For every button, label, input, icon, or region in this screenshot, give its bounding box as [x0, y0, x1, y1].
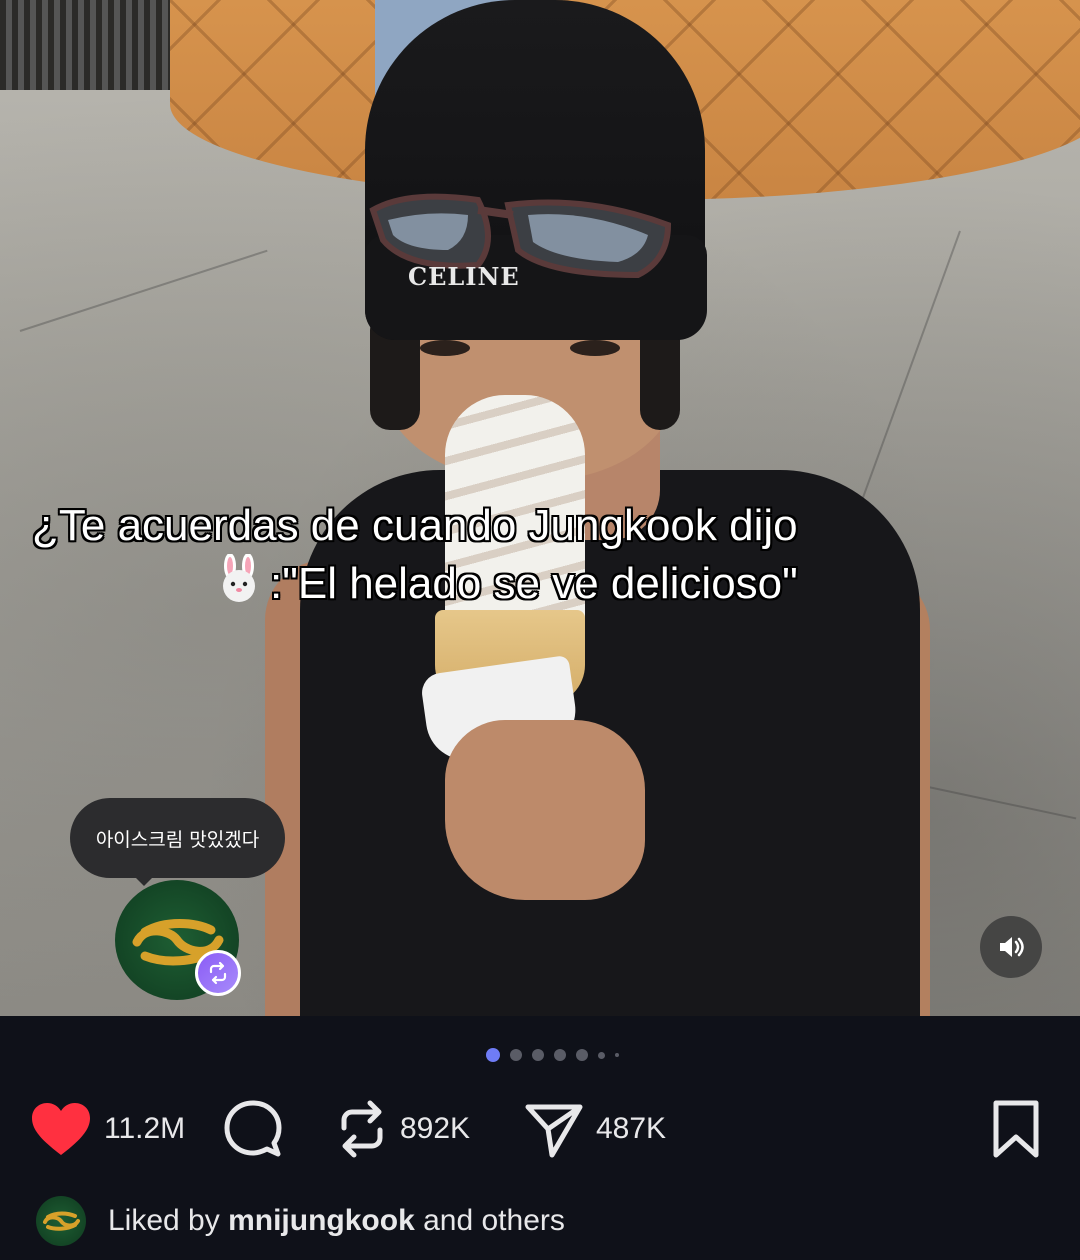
share-button[interactable]: 487K [524, 1094, 666, 1164]
bookmark-button[interactable] [990, 1094, 1042, 1164]
pavement-crack [19, 249, 268, 332]
comment-icon [224, 1100, 282, 1157]
carousel-dot[interactable] [532, 1049, 544, 1061]
hat-brand-text: CELINE [408, 262, 520, 291]
like-count: 11.2M [104, 1112, 186, 1145]
carousel-dot[interactable] [554, 1049, 566, 1061]
speech-bubble-text: 아이스크림 맛있겠다 [95, 828, 260, 851]
action-bar: 11.2M 892K 487K [0, 1094, 1080, 1164]
like-button[interactable]: 11.2M [30, 1094, 185, 1164]
repost-count: 892K [400, 1112, 471, 1145]
person-hand [445, 720, 645, 900]
bookmark-icon [993, 1100, 1039, 1158]
carousel-dot[interactable] [615, 1053, 619, 1057]
volume-icon [1000, 937, 1024, 957]
carousel-dot[interactable] [576, 1049, 588, 1061]
carousel-dot[interactable] [510, 1049, 522, 1061]
carousel-indicator [486, 1048, 619, 1062]
volume-button[interactable] [980, 916, 1042, 978]
liked-by-row[interactable]: Liked by mnijungkook and others [36, 1196, 565, 1246]
post-media[interactable]: CELINE ¿Te acuerdas de cuando Jungkook d… [0, 0, 1080, 1016]
repost-badge-icon [209, 961, 227, 985]
person-eye [420, 340, 470, 356]
person-eye [570, 340, 620, 356]
heart-icon [32, 1103, 90, 1155]
carousel-dot[interactable] [486, 1048, 500, 1062]
share-icon [525, 1104, 583, 1158]
repost-badge [195, 950, 241, 996]
post-action-area: 11.2M 892K 487K Liked by mnijungkook and… [0, 1016, 1080, 1260]
liked-by-prefix: Liked by [108, 1204, 220, 1237]
share-count: 487K [596, 1112, 667, 1145]
caption-line-2: :"El helado se ve delicioso" [214, 554, 798, 612]
liked-by-username[interactable]: mnijungkook [228, 1204, 415, 1237]
caption-line-2-text: :"El helado se ve delicioso" [270, 559, 798, 608]
liker-avatar[interactable] [36, 1196, 86, 1246]
repost-icon [341, 1100, 383, 1158]
liked-by-suffix: and others [423, 1204, 565, 1237]
background-grate [0, 0, 170, 90]
repost-button[interactable]: 892K [336, 1094, 470, 1164]
speech-bubble: 아이스크림 맛있겠다 [70, 798, 285, 878]
caption-line-1: ¿Te acuerdas de cuando Jungkook dijo [32, 501, 798, 550]
comment-button[interactable] [222, 1094, 284, 1164]
bunny-emoji [223, 554, 255, 602]
liked-by-text: Liked by mnijungkook and others [108, 1204, 565, 1238]
carousel-dot[interactable] [598, 1051, 605, 1059]
liker-avatar-logo-icon [43, 1211, 80, 1231]
